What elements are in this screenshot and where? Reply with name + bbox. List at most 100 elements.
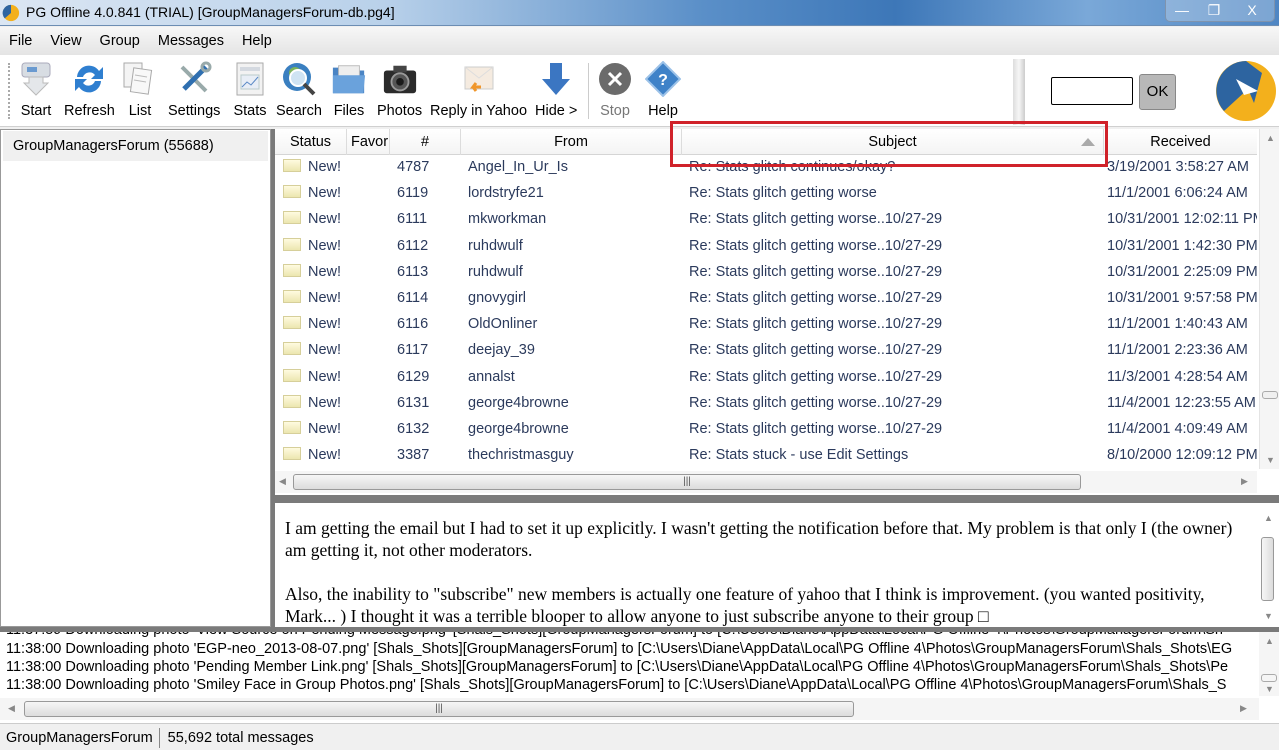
cell-num: 6129	[397, 368, 430, 385]
column-header-subject-label: Subject	[868, 134, 917, 150]
menu-view[interactable]: View	[41, 33, 90, 49]
envelope-icon	[283, 237, 301, 251]
log-horizontal-scroll-thumb[interactable]: |||	[24, 701, 854, 717]
refresh-icon	[75, 65, 104, 93]
start-button[interactable]: Start	[18, 61, 54, 119]
cell-received: 11/1/2001 2:23:36 AM	[1107, 342, 1248, 359]
grid-horizontal-scrollbar[interactable]: ◀ ||| ▶	[275, 471, 1257, 493]
photos-button[interactable]: Photos	[377, 61, 422, 119]
table-row[interactable]: New! 4787 Angel_In_Ur_Is Re: Stats glitch c…	[275, 155, 1257, 181]
scroll-down-icon[interactable]: ▼	[1265, 684, 1274, 694]
toolbar: Start Refresh List Settings Stats Search…	[0, 55, 1279, 127]
cell-num: 4787	[397, 159, 430, 175]
window-title: PG Offline 4.0.841 (TRIAL) [GroupManager…	[26, 4, 395, 20]
stats-button[interactable]: Stats	[232, 61, 268, 119]
stop-button[interactable]: Stop	[597, 61, 633, 119]
table-row[interactable]: New! 6112 ruhdwulf Re: Stats glitch getting…	[275, 234, 1257, 260]
cell-num: 6132	[397, 420, 430, 437]
log-horizontal-scrollbar[interactable]: ◀ ||| ▶	[0, 698, 1259, 720]
minimize-button[interactable]: —	[1166, 0, 1198, 22]
table-row[interactable]: New! 6119 lordstryfe21 Re: Stats glitch get…	[275, 181, 1257, 207]
log-vertical-scroll-thumb[interactable]	[1261, 674, 1277, 682]
scroll-up-icon[interactable]: ▲	[1265, 636, 1274, 646]
menu-help[interactable]: Help	[233, 33, 281, 49]
table-row[interactable]: New! 6131 george4browne Re: Stats glitch ge…	[275, 391, 1257, 417]
cell-num: 6113	[397, 263, 429, 280]
list-label: List	[128, 103, 152, 119]
activity-log: 11:37:59 Downloading photo 'View Source …	[0, 632, 1279, 724]
toolbar-grip[interactable]	[8, 63, 10, 119]
column-header-subject[interactable]: Subject	[682, 129, 1104, 155]
column-header-received[interactable]: Received	[1104, 129, 1257, 155]
menu-messages[interactable]: Messages	[149, 33, 233, 49]
maximize-button[interactable]: ❐	[1198, 0, 1230, 22]
files-button[interactable]: Files	[331, 61, 367, 119]
log-vertical-scrollbar[interactable]: ▲ ▼	[1259, 632, 1279, 696]
cell-status: New!	[308, 316, 342, 333]
pg-offline-logo-icon	[1216, 61, 1276, 121]
table-row[interactable]: New! 6117 deejay_39 Re: Stats glitch gettin…	[275, 338, 1257, 364]
scroll-left-icon[interactable]: ◀	[8, 703, 15, 714]
envelope-icon	[283, 368, 301, 382]
settings-button[interactable]: Settings	[168, 61, 220, 119]
scroll-down-icon[interactable]: ▼	[1264, 611, 1273, 621]
table-row[interactable]: New! 6129 annalst Re: Stats glitch getting …	[275, 365, 1257, 391]
cell-subject: Re: Stats glitch getting worse..10/27-29	[689, 342, 943, 359]
list-button[interactable]: List	[122, 61, 158, 119]
scroll-up-icon[interactable]: ▲	[1266, 133, 1275, 143]
help-button[interactable]: ? Help	[645, 61, 681, 119]
scroll-down-icon[interactable]: ▼	[1266, 455, 1275, 465]
menu-group[interactable]: Group	[91, 33, 149, 49]
grid-vertical-scroll-thumb[interactable]	[1262, 391, 1278, 399]
ok-button[interactable]: OK	[1139, 74, 1176, 110]
preview-vertical-scrollbar[interactable]: ▲ ▼	[1261, 513, 1275, 621]
refresh-button[interactable]: Refresh	[64, 61, 115, 119]
settings-label: Settings	[168, 103, 221, 119]
preview-scroll-thumb[interactable]	[1261, 537, 1274, 601]
table-row[interactable]: New! 6111 mkworkman Re: Stats glitch gettin…	[275, 207, 1257, 233]
cell-num: 6117	[397, 342, 429, 359]
quick-search-input[interactable]	[1051, 77, 1133, 105]
close-button[interactable]: X	[1230, 0, 1274, 22]
cell-subject: Re: Stats glitch getting worse..10/27-29	[689, 394, 943, 411]
table-row[interactable]: New! 3387 thechristmasguy Re: Stats stuck -…	[275, 443, 1257, 469]
table-row[interactable]: New! 6116 OldOnliner Re: Stats glitch getti…	[275, 312, 1257, 338]
search-label: Search	[276, 103, 322, 119]
toolbar-splitter[interactable]	[1013, 59, 1025, 125]
scroll-left-icon[interactable]: ◀	[279, 476, 286, 487]
menu-file[interactable]: File	[0, 33, 41, 49]
help-label: Help	[648, 103, 678, 119]
photos-label: Photos	[377, 103, 423, 119]
table-row[interactable]: New! 6113 ruhdwulf Re: Stats glitch getting…	[275, 260, 1257, 286]
cell-num: 6131	[397, 394, 430, 411]
table-row[interactable]: New! 6114 gnovygirl Re: Stats glitch gettin…	[275, 286, 1257, 312]
cell-from: ruhdwulf	[468, 237, 523, 254]
column-header-number[interactable]: #	[390, 129, 461, 155]
cell-from: annalst	[468, 368, 515, 385]
column-header-status[interactable]: Status	[275, 129, 347, 155]
scroll-right-icon[interactable]: ▶	[1240, 703, 1247, 714]
cell-from: lordstryfe21	[468, 185, 544, 202]
cell-status: New!	[308, 447, 342, 464]
column-header-favor[interactable]: Favor	[347, 129, 390, 155]
grid-horizontal-scroll-thumb[interactable]: |||	[293, 474, 1081, 490]
envelope-icon	[283, 316, 301, 330]
scroll-right-icon[interactable]: ▶	[1241, 476, 1248, 487]
cell-from: mkworkman	[468, 211, 547, 228]
cell-received: 11/1/2001 6:06:24 AM	[1107, 185, 1248, 202]
group-item[interactable]: GroupManagersForum (55688)	[3, 131, 268, 161]
log-line: 11:38:00 Downloading photo 'Pending Memb…	[6, 659, 1229, 675]
reply-in-yahoo-label: Reply in Yahoo	[430, 103, 528, 119]
reply-in-yahoo-button[interactable]: Reply in Yahoo	[430, 61, 527, 119]
reply-icon	[464, 66, 493, 92]
column-header-from[interactable]: From	[461, 129, 682, 155]
cell-from: deejay_39	[468, 342, 535, 359]
horizontal-splitter[interactable]	[271, 495, 1279, 503]
table-row[interactable]: New! 6132 george4browne Re: Stats glitch ge…	[275, 417, 1257, 443]
grid-vertical-scrollbar[interactable]: ▲ ▼	[1259, 129, 1279, 469]
scroll-up-icon[interactable]: ▲	[1264, 513, 1273, 523]
search-button[interactable]: Search	[276, 61, 322, 119]
hide-button[interactable]: Hide >	[535, 61, 577, 119]
log-line: 11:38:00 Downloading photo 'Smiley Face …	[6, 677, 1227, 693]
title-bar: PG Offline 4.0.841 (TRIAL) [GroupManager…	[0, 0, 1279, 26]
